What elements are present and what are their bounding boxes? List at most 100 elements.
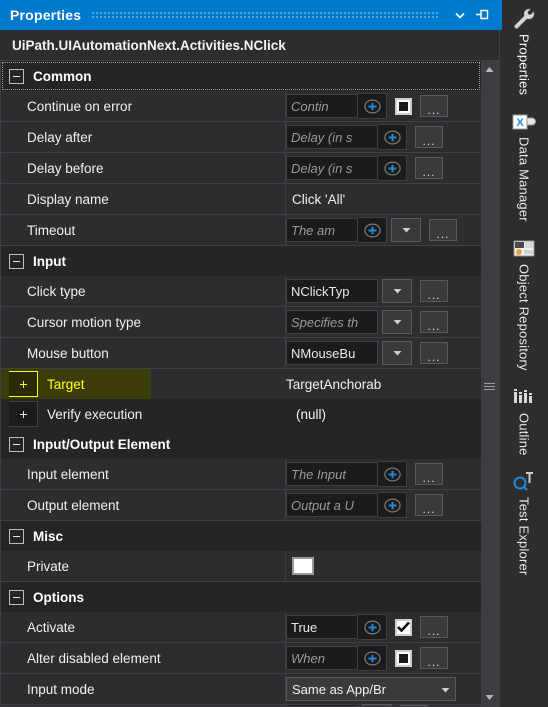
section-header-common[interactable]: Common (1, 61, 481, 91)
expression-plus-icon[interactable] (358, 217, 387, 243)
section-collapse-icon[interactable] (9, 253, 24, 269)
section-header-misc[interactable]: Misc (1, 521, 481, 551)
property-row: Delay after Delay (in s... (1, 122, 481, 153)
section-collapse-icon[interactable] (9, 68, 24, 84)
scrollbar-grip[interactable] (484, 383, 495, 392)
property-value-placeholder: Delay (in s (291, 160, 353, 176)
section-collapse-icon[interactable] (9, 528, 24, 544)
property-value-input[interactable]: The am (286, 218, 358, 242)
property-value-input[interactable]: Specifies th (286, 310, 378, 334)
property-value-input[interactable]: Delay (in s (286, 125, 378, 149)
property-dropdown-button[interactable] (391, 218, 421, 242)
property-name-cell: Continue on error (1, 91, 286, 121)
property-value-cell: Contin... (286, 91, 481, 121)
expandable-property-row[interactable]: Verify execution (null) (1, 399, 481, 429)
property-value-input[interactable]: NClickTyp (286, 279, 378, 303)
property-more-button[interactable]: ... (420, 280, 448, 302)
property-checkbox[interactable] (395, 649, 412, 667)
section-header-input-output-element[interactable]: Input/Output Element (1, 429, 481, 459)
property-value-input[interactable]: True (286, 615, 358, 639)
property-more-button[interactable]: ... (415, 157, 443, 179)
expression-plus-icon[interactable] (378, 124, 407, 150)
properties-grid-wrapper: Common Continue on error Contin... Delay af… (0, 61, 499, 707)
tool-tab-object-repository[interactable]: Object Repository (511, 236, 537, 371)
property-value-cell: Specifies th... (286, 307, 481, 337)
section-header-options[interactable]: Options (1, 582, 481, 612)
property-more-button[interactable]: ... (420, 616, 448, 638)
property-name-cell: Delay before (1, 153, 286, 183)
property-name-cell: Click type (1, 276, 286, 306)
property-name-cell: Display name (1, 184, 286, 214)
property-dropdown-button[interactable] (382, 310, 412, 334)
row-expand-icon[interactable] (9, 371, 38, 397)
tool-tab-properties[interactable]: Properties (499, 0, 537, 95)
property-more-button[interactable]: ... (415, 126, 443, 148)
property-dropdown-button[interactable] (382, 279, 412, 303)
chevron-down-icon[interactable] (449, 4, 471, 26)
property-value-cell: Delay (in s... (286, 122, 481, 152)
property-value-cell: Delay (in s... (286, 153, 481, 183)
property-more-button[interactable]: ... (420, 311, 448, 333)
property-value-input[interactable]: Contin (286, 94, 358, 118)
property-more-button[interactable]: ... (420, 647, 448, 669)
tool-tab-test-explorer[interactable]: Test Explorer (511, 469, 537, 576)
property-dropdown-button[interactable] (362, 704, 392, 706)
property-more-button[interactable]: ... (415, 494, 443, 516)
property-value-input[interactable]: NKeyMod (286, 704, 358, 706)
section-header-input[interactable]: Input (1, 246, 481, 276)
property-more-button[interactable]: ... (429, 219, 457, 241)
property-value-placeholder: The am (291, 222, 336, 238)
property-value-input[interactable]: NMouseBu (286, 341, 378, 365)
property-dropdown-button[interactable] (382, 341, 412, 365)
outline-icon (511, 385, 537, 411)
row-expand-icon[interactable] (9, 401, 38, 427)
expression-plus-icon[interactable] (378, 461, 407, 487)
property-more-button[interactable]: ... (415, 463, 443, 485)
property-value-text: NMouseBu (291, 345, 356, 361)
section-collapse-icon[interactable] (9, 589, 24, 605)
property-more-button[interactable]: ... (420, 95, 448, 117)
tool-tab-outline[interactable]: Outline (511, 385, 537, 455)
property-name-cell: Mouse button (1, 338, 286, 368)
property-row: Alter disabled element When... (1, 643, 481, 674)
svg-text:X: X (516, 117, 524, 129)
expression-plus-icon[interactable] (358, 614, 387, 640)
property-value-cell: The am... (286, 215, 481, 245)
scroll-down-icon[interactable] (481, 689, 498, 706)
property-label: Delay after (27, 129, 93, 145)
property-label: Target (47, 376, 85, 392)
expression-plus-icon[interactable] (358, 645, 387, 671)
property-value-input[interactable]: When (286, 646, 358, 670)
section-collapse-icon[interactable] (9, 436, 24, 452)
property-value-input[interactable]: The Input (286, 462, 378, 486)
property-checkbox[interactable] (395, 97, 412, 115)
property-name-cell: Private (1, 551, 286, 581)
property-value-text: Click 'All' (292, 191, 346, 207)
vertical-scrollbar[interactable] (481, 61, 498, 706)
property-row: Timeout The am... (1, 215, 481, 246)
property-row: Delay before Delay (in s... (1, 153, 481, 184)
property-combo-box[interactable]: Same as App/Br (286, 677, 456, 701)
property-name-cell: Output element (1, 490, 286, 520)
property-value-input[interactable]: Output a U (286, 493, 378, 517)
property-value-placeholder: Output a U (291, 497, 354, 513)
expression-plus-icon[interactable] (358, 93, 387, 119)
expandable-property-row[interactable]: Target TargetAnchorab (1, 369, 481, 399)
section-title: Common (33, 68, 92, 84)
expression-plus-icon[interactable] (378, 155, 407, 181)
property-value-placeholder: Delay (in s (291, 129, 353, 145)
property-value-input[interactable]: Delay (in s (286, 156, 378, 180)
property-more-button[interactable]: ... (420, 342, 448, 364)
property-row: Continue on error Contin... (1, 91, 481, 122)
property-checkbox[interactable] (395, 618, 412, 636)
tool-tab-data-manager[interactable]: X Data Manager (511, 109, 537, 222)
section-title: Misc (33, 528, 64, 544)
scroll-up-icon[interactable] (481, 61, 498, 78)
property-row: Display name Click 'All' (1, 184, 481, 215)
expression-plus-icon[interactable] (378, 492, 407, 518)
title-bar-drag-grip[interactable] (91, 10, 439, 20)
private-checkbox[interactable] (292, 557, 314, 575)
pin-icon[interactable] (471, 4, 493, 26)
property-more-button[interactable]: ... (400, 705, 428, 706)
properties-panel-window: Properties UiPath.UIAutomationNext.Activ… (0, 0, 548, 707)
